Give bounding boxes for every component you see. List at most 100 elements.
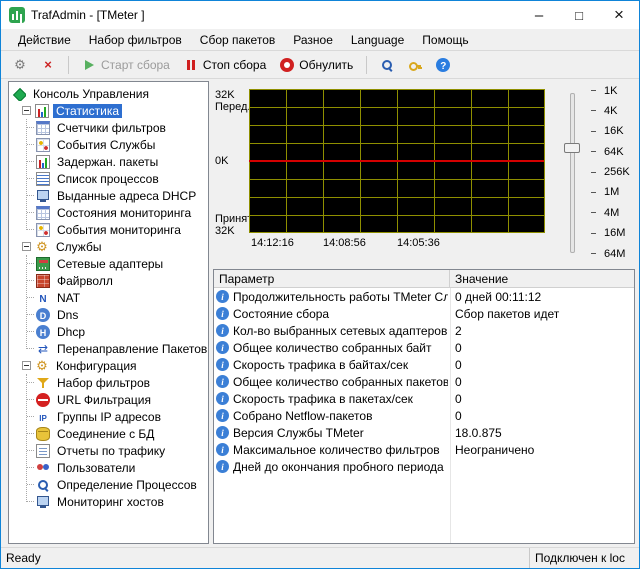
y-axis-bottom: Принят 32K bbox=[215, 213, 252, 237]
traffic-chart-area: 32K Перед. 0K Принят 32K 14:12:16 14:08:… bbox=[213, 81, 635, 267]
scale-label: 16K bbox=[604, 125, 624, 137]
tree-item-ip-groups[interactable]: Группы IP адресов bbox=[9, 408, 208, 425]
properties-button[interactable] bbox=[7, 54, 33, 76]
configuration-children: Набор фильтров URL Фильтрация Группы IP … bbox=[9, 374, 208, 510]
firewall-icon bbox=[36, 274, 50, 288]
stop-capture-button[interactable]: Стоп сбора bbox=[178, 54, 272, 76]
table-row[interactable]: Состояние сбораСбор пакетов идет bbox=[214, 305, 634, 322]
menu-capture[interactable]: Сбор пакетов bbox=[191, 30, 284, 50]
tree-item-filter-set[interactable]: Набор фильтров bbox=[9, 374, 208, 391]
param-cell: Продолжительность работы TMeter Службы bbox=[233, 290, 448, 304]
dhcp-icon bbox=[36, 325, 50, 339]
start-capture-button[interactable]: Старт сбора bbox=[76, 54, 176, 76]
scale-tick: 16K bbox=[591, 125, 635, 138]
license-button[interactable] bbox=[402, 54, 428, 76]
info-icon bbox=[216, 392, 229, 405]
tree-item-configuration[interactable]: Конфигурация bbox=[9, 357, 208, 374]
tree-item-firewall[interactable]: Файрволл bbox=[9, 272, 208, 289]
y-bottom-label: Принят bbox=[215, 213, 252, 225]
tree-item-dhcp-leases[interactable]: Выданные адреса DHCP bbox=[9, 187, 208, 204]
tree-item-host-monitoring[interactable]: Мониторинг хостов bbox=[9, 493, 208, 510]
column-header-param[interactable]: Параметр bbox=[214, 270, 450, 288]
menu-help[interactable]: Помощь bbox=[413, 30, 477, 50]
tree-item-service-events[interactable]: События Службы bbox=[9, 136, 208, 153]
column-header-value[interactable]: Значение bbox=[450, 270, 634, 288]
value-cell: 0 bbox=[448, 392, 634, 406]
app-window: TrafAdmin - [TMeter ] Действие Набор фил… bbox=[0, 0, 640, 569]
service-events-icon bbox=[36, 138, 50, 152]
tree-label: События мониторинга bbox=[54, 223, 184, 237]
tree-item-filter-counters[interactable]: Счетчики фильтров bbox=[9, 119, 208, 136]
process-list-icon bbox=[36, 172, 50, 186]
tree-item-statistics[interactable]: Статистика bbox=[9, 102, 208, 119]
collapse-icon[interactable] bbox=[22, 361, 31, 370]
close-button[interactable] bbox=[599, 1, 639, 29]
tree-item-process-detection[interactable]: Определение Процессов bbox=[9, 476, 208, 493]
table-row[interactable]: Общее количество собранных пакетов0 bbox=[214, 373, 634, 390]
menu-filter-set[interactable]: Набор фильтров bbox=[80, 30, 191, 50]
menu-action[interactable]: Действие bbox=[9, 30, 80, 50]
find-button[interactable] bbox=[374, 54, 400, 76]
tree-item-db-connection[interactable]: Соединение с БД bbox=[9, 425, 208, 442]
tree-item-monitoring-events[interactable]: События мониторинга bbox=[9, 221, 208, 238]
tree-item-network-adapters[interactable]: Сетевые адаптеры bbox=[9, 255, 208, 272]
tree-item-users[interactable]: Пользователи bbox=[9, 459, 208, 476]
caption-buttons bbox=[519, 1, 639, 29]
y-top-label: Перед. bbox=[215, 101, 251, 113]
menu-misc[interactable]: Разное bbox=[284, 30, 342, 50]
collapse-icon[interactable] bbox=[22, 242, 31, 251]
table-row[interactable]: Собрано Netflow-пакетов0 bbox=[214, 407, 634, 424]
stop-capture-label: Стоп сбора bbox=[203, 58, 266, 72]
slider-thumb[interactable] bbox=[564, 143, 580, 153]
tree-item-delayed-packets[interactable]: Задержан. пакеты bbox=[9, 153, 208, 170]
tree-item-console[interactable]: Консоль Управления bbox=[9, 85, 208, 102]
table-row[interactable]: Версия Службы TMeter18.0.875 bbox=[214, 424, 634, 441]
toolbar-separator bbox=[366, 56, 367, 74]
table-row[interactable]: Общее количество собранных байт0 bbox=[214, 339, 634, 356]
tree-label: Задержан. пакеты bbox=[54, 155, 161, 169]
table-row[interactable]: Продолжительность работы TMeter Службы0 … bbox=[214, 288, 634, 305]
info-icon bbox=[216, 375, 229, 388]
help-icon bbox=[436, 58, 450, 72]
tree-item-dns[interactable]: Dns bbox=[9, 306, 208, 323]
x-tick: 14:12:16 bbox=[251, 237, 294, 249]
tree-item-monitoring-state[interactable]: Состояния мониторинга bbox=[9, 204, 208, 221]
tree-label: Статистика bbox=[53, 104, 122, 118]
info-icon bbox=[216, 341, 229, 354]
table-row[interactable]: Максимальное количество фильтровНеограни… bbox=[214, 441, 634, 458]
delete-button[interactable] bbox=[35, 54, 61, 76]
table-row[interactable]: Дней до окончания пробного периода bbox=[214, 458, 634, 475]
tree-label: Счетчики фильтров bbox=[54, 121, 169, 135]
maximize-button[interactable] bbox=[559, 1, 599, 29]
minimize-button[interactable] bbox=[519, 1, 559, 29]
info-icon bbox=[216, 307, 229, 320]
main-area: Консоль Управления Статистика Счетчики ф… bbox=[1, 79, 639, 547]
tree-item-services[interactable]: Службы bbox=[9, 238, 208, 255]
traffic-plot bbox=[249, 89, 545, 233]
reset-counters-button[interactable]: Обнулить bbox=[274, 54, 359, 76]
param-cell: Дней до окончания пробного периода bbox=[233, 460, 448, 474]
tree-item-process-list[interactable]: Список процессов bbox=[9, 170, 208, 187]
scale-tick: 4M bbox=[591, 206, 635, 219]
tree-label: Файрволл bbox=[54, 274, 116, 288]
table-row[interactable]: Скорость трафика в пакетах/сек0 bbox=[214, 390, 634, 407]
tree-item-packet-redirect[interactable]: Перенаправление Пакетов bbox=[9, 340, 208, 357]
menu-language[interactable]: Language bbox=[342, 30, 413, 50]
slider-track[interactable] bbox=[570, 93, 575, 253]
table-row[interactable]: Скорость трафика в байтах/сек0 bbox=[214, 356, 634, 373]
reset-icon bbox=[280, 58, 294, 72]
tree-item-nat[interactable]: NAT bbox=[9, 289, 208, 306]
x-tick: 14:05:36 bbox=[397, 237, 440, 249]
dhcp-leases-icon bbox=[36, 189, 50, 203]
table-row[interactable]: Кол-во выбранных сетевых адаптеров2 bbox=[214, 322, 634, 339]
chart-y-axis: 32K Перед. 0K Принят 32K bbox=[213, 89, 248, 233]
tree-item-dhcp[interactable]: Dhcp bbox=[9, 323, 208, 340]
help-button[interactable] bbox=[430, 54, 456, 76]
delete-x-icon bbox=[41, 58, 55, 72]
scale-label: 4K bbox=[604, 105, 617, 117]
tree-item-url-filter[interactable]: URL Фильтрация bbox=[9, 391, 208, 408]
collapse-icon[interactable] bbox=[22, 106, 31, 115]
param-cell: Общее количество собранных байт bbox=[233, 341, 448, 355]
scale-tick: 16M bbox=[591, 227, 635, 240]
tree-item-traffic-reports[interactable]: Отчеты по трафику bbox=[9, 442, 208, 459]
